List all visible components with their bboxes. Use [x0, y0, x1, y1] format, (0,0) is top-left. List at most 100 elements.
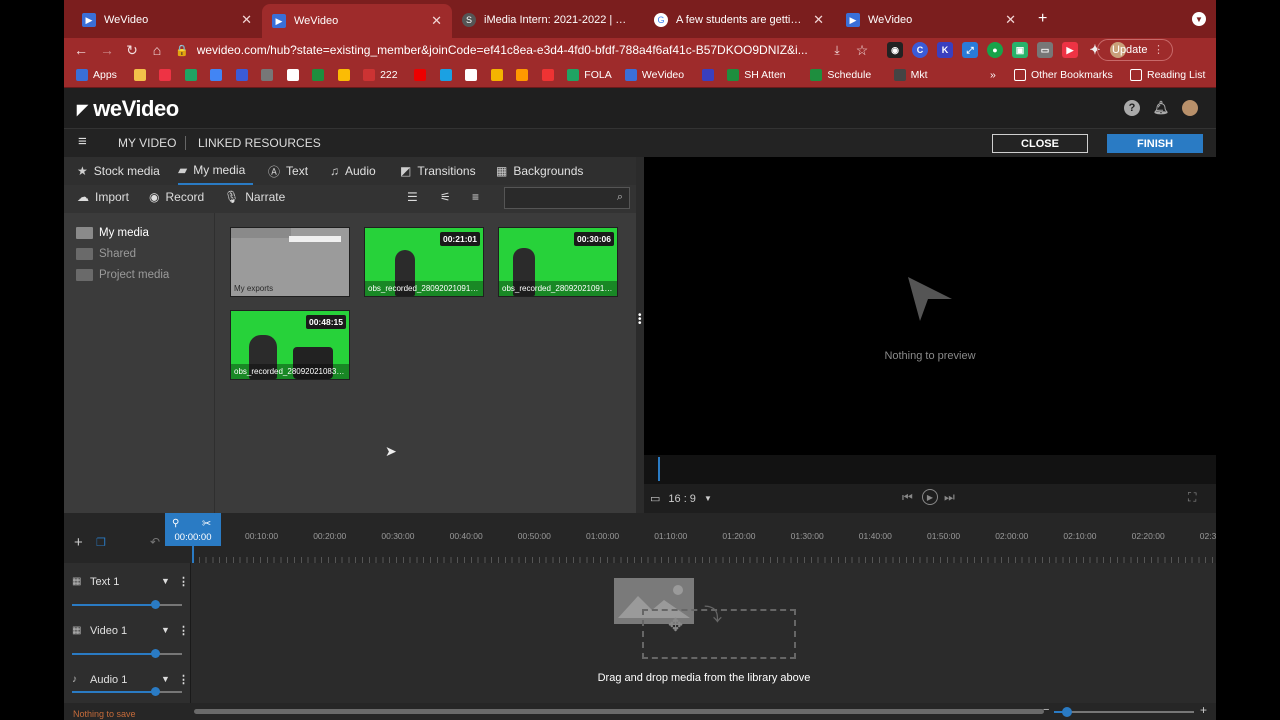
skip-forward-icon[interactable]: ⏭ [944, 490, 955, 505]
play-icon[interactable]: ▶ [922, 489, 938, 505]
hamburger-icon[interactable]: ≡ [78, 133, 87, 150]
extension-icon[interactable]: ◉ [887, 42, 903, 58]
media-folder-my-exports[interactable]: My exports [230, 227, 350, 297]
list-view-icon[interactable]: ☰ [407, 190, 418, 204]
close-icon[interactable]: ✕ [1005, 12, 1016, 28]
preview-scrubber[interactable] [644, 455, 1216, 484]
volume-knob[interactable] [150, 687, 160, 696]
bookmark-item[interactable] [490, 67, 503, 83]
reload-icon[interactable]: ↻ [123, 41, 141, 59]
browser-tab[interactable]: ▶ WeVideo ✕ [836, 6, 1026, 34]
timeline-playhead[interactable]: ⚲ ✂ 00:00:00 [165, 513, 221, 546]
scrubber-playhead[interactable] [658, 457, 660, 481]
chevron-down-icon[interactable]: ▼ [161, 576, 170, 586]
bookmark-item[interactable] [261, 67, 274, 83]
timeline-tracks[interactable]: ✥ ⤵ Drag and drop media from the library… [192, 563, 1216, 703]
my-video-link[interactable]: MY VIDEO [118, 136, 176, 150]
extension-icon[interactable]: ▭ [1037, 42, 1053, 58]
volume-slider[interactable] [72, 687, 182, 696]
close-icon[interactable]: ✕ [241, 12, 252, 28]
tab-text[interactable]: Ⓐ Text [268, 157, 308, 185]
install-icon[interactable]: ⤓ [828, 41, 846, 59]
folder-shared[interactable]: Shared [76, 246, 136, 262]
extension-icon[interactable]: ● [987, 42, 1003, 58]
chevron-down-icon[interactable]: ▼ [161, 674, 170, 684]
close-icon[interactable]: ✕ [431, 13, 442, 29]
import-button[interactable]: ☁ Import [77, 190, 129, 204]
avatar[interactable] [1182, 100, 1198, 116]
bookmarks-overflow[interactable]: » [990, 67, 996, 83]
tab-search-icon[interactable]: ▼ [1192, 12, 1206, 26]
update-button[interactable]: Update ⋮ [1097, 39, 1173, 61]
zoom-in-icon[interactable]: + [1200, 703, 1207, 717]
extension-icon[interactable]: C [912, 42, 928, 58]
media-video-clip[interactable]: 00:30:06 obs_recorded_280920210912... [498, 227, 618, 297]
timeline-scrollbar[interactable] [194, 709, 1044, 714]
bookmark-item[interactable] [465, 67, 478, 83]
bell-icon[interactable]: 🔔︎ [1153, 100, 1170, 116]
volume-slider[interactable] [72, 600, 182, 609]
panel-splitter[interactable]: • • • [636, 157, 644, 513]
scissors-icon[interactable]: ✂ [202, 517, 211, 530]
bookmark-item[interactable] [133, 67, 146, 83]
volume-knob[interactable] [150, 600, 160, 609]
address-bar[interactable]: 🔒 wevideo.com/hub?state=existing_member&… [175, 39, 835, 61]
undo-icon[interactable]: ↶ [150, 535, 160, 549]
close-button[interactable]: CLOSE [992, 134, 1088, 153]
extension-icon[interactable]: ▶ [1062, 42, 1078, 58]
bookmark-item[interactable] [516, 67, 529, 83]
other-bookmarks[interactable]: Other Bookmarks [1014, 67, 1113, 83]
folder-project-media[interactable]: Project media [76, 267, 169, 283]
more-vert-icon[interactable]: ⋮ [178, 575, 189, 588]
extension-icon[interactable]: ▣ [1012, 42, 1028, 58]
bookmark-apps[interactable]: Apps [76, 67, 117, 83]
forward-arrow-icon[interactable]: → [98, 41, 116, 59]
more-vert-icon[interactable]: ⋮ [178, 624, 189, 637]
browser-tab[interactable]: G A few students are getting a "s ✕ [644, 6, 834, 34]
browser-tab-active[interactable]: ▶ WeVideo ✕ [262, 4, 452, 38]
bookmark-mkt[interactable]: Mkt [893, 67, 928, 83]
bookmark-item[interactable] [701, 67, 714, 83]
volume-knob[interactable] [150, 649, 160, 658]
narrate-button[interactable]: 🎙︎ Narrate [224, 190, 285, 204]
fullscreen-icon[interactable]: ⛶ [1188, 490, 1196, 505]
record-button[interactable]: ◉ Record [149, 190, 204, 204]
bookmark-sh-atten[interactable]: SH Atten [727, 67, 786, 83]
wevideo-logo[interactable]: ◤ weVideo [77, 96, 179, 122]
browser-tab[interactable]: S iMedia Intern: 2021-2022 | Sch [452, 6, 642, 34]
bookmark-item[interactable] [286, 67, 299, 83]
tab-transitions[interactable]: ◩ Transitions [400, 157, 476, 185]
skip-back-icon[interactable]: ⏮ [902, 490, 913, 505]
bookmark-item[interactable] [541, 67, 554, 83]
bookmark-item[interactable] [184, 67, 197, 83]
zoom-knob[interactable] [1062, 707, 1072, 717]
reading-list[interactable]: Reading List [1130, 67, 1205, 83]
tab-audio[interactable]: ♫ Audio [330, 157, 376, 185]
back-arrow-icon[interactable]: ← [72, 41, 90, 59]
home-icon[interactable]: ⌂ [148, 41, 166, 59]
tab-stock-media[interactable]: ★ Stock media [77, 157, 160, 185]
sort-icon[interactable]: ≡ [472, 190, 479, 204]
bookmark-star-icon[interactable]: ☆ [853, 41, 871, 59]
bookmark-item[interactable] [159, 67, 172, 83]
media-video-clip[interactable]: 00:48:15 obs_recorded_280920210832... [230, 310, 350, 380]
tab-my-media[interactable]: ▰ My media [178, 157, 253, 185]
zoom-slider[interactable] [1054, 707, 1194, 717]
browser-tab[interactable]: ▶ WeVideo ✕ [72, 6, 262, 34]
filter-icon[interactable]: ⚟ [440, 190, 451, 204]
bookmark-item[interactable] [235, 67, 248, 83]
bookmark-wevideo[interactable]: WeVideo [624, 67, 684, 83]
bookmark-item[interactable] [210, 67, 223, 83]
volume-slider[interactable] [72, 649, 182, 658]
bookmark-item[interactable] [439, 67, 452, 83]
extension-icon[interactable]: K [937, 42, 953, 58]
help-icon[interactable]: ? [1124, 100, 1140, 116]
media-video-clip[interactable]: 00:21:01 obs_recorded_280920210918... [364, 227, 484, 297]
chevron-down-icon[interactable]: ▼ [161, 625, 170, 635]
more-vert-icon[interactable]: ⋮ [178, 673, 189, 686]
add-track-icon[interactable]: + [74, 534, 83, 551]
linked-resources-link[interactable]: LINKED RESOURCES [198, 136, 321, 150]
folder-my-media[interactable]: My media [76, 225, 149, 241]
copy-icon[interactable]: ❐ [96, 536, 106, 549]
close-icon[interactable]: ✕ [813, 12, 824, 28]
